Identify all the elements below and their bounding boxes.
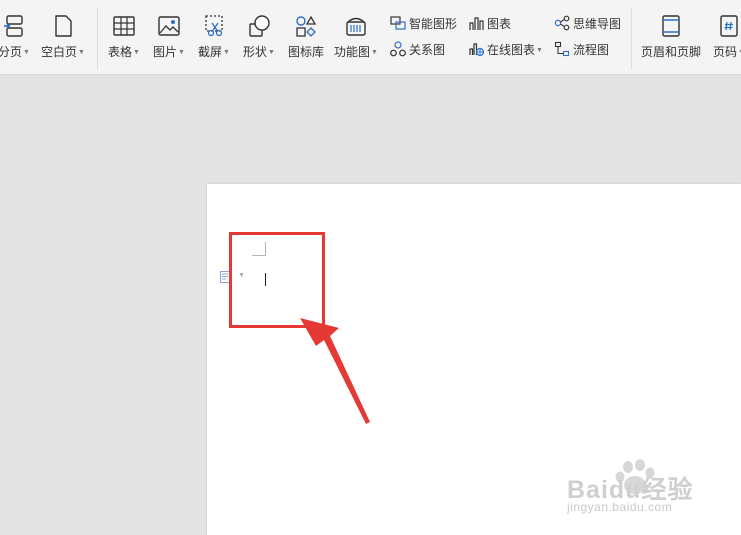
table-icon [113, 16, 135, 36]
chevron-down-icon: ▼ [223, 49, 230, 56]
flowchart-button[interactable]: 流程图 [554, 40, 609, 60]
chevron-down-icon: ▼ [23, 49, 30, 56]
chart-label: 图表 [487, 17, 512, 31]
online-chart-button[interactable]: 在线图表▼ [468, 40, 543, 60]
smart-art-button[interactable]: 智能图形 [390, 14, 457, 34]
header-footer-label: 页眉和页脚 [640, 45, 701, 59]
smart-art-icon [390, 16, 406, 30]
icon-library-icon [296, 15, 317, 37]
chevron-down-icon: ▼ [268, 49, 275, 56]
picture-button[interactable]: 图片▼ [150, 14, 188, 62]
annotation-highlight-box [229, 232, 325, 328]
blank-page-label: 空白页 [41, 45, 78, 59]
ribbon-divider [97, 8, 98, 70]
chevron-down-icon: ▼ [178, 49, 185, 56]
function-chart-icon [346, 17, 366, 36]
bar-chart-icon [469, 17, 484, 30]
chevron-down-icon: ▼ [536, 47, 543, 54]
function-chart-button[interactable]: 功能图▼ [333, 14, 379, 62]
blank-page-button[interactable]: 空白页▼ [38, 14, 88, 62]
insert-ribbon: 分页▼ 空白页▼ 表格▼ 图片▼ 截屏▼ 形状▼ 图标库 功能图▼ 智能图形 关… [0, 0, 741, 75]
icon-library-button[interactable]: 图标库 [286, 14, 326, 62]
shape-button[interactable]: 形状▼ [240, 14, 278, 62]
header-footer-button[interactable]: 页眉和页脚 [637, 14, 705, 62]
relation-chart-button[interactable]: 关系图 [390, 40, 445, 60]
mind-map-label: 思维导图 [573, 17, 622, 31]
ribbon-divider [631, 8, 632, 70]
page-break-button[interactable]: 分页▼ [0, 14, 32, 62]
page-number-button[interactable]: 页码▼ [709, 14, 741, 62]
page-number-icon [720, 15, 738, 37]
mind-map-icon [554, 15, 570, 31]
screenshot-label: 截屏 [198, 45, 223, 59]
mind-map-button[interactable]: 思维导图 [554, 14, 621, 34]
chevron-down-icon: ▼ [133, 49, 140, 56]
relation-chart-label: 关系图 [409, 43, 446, 57]
shape-label: 形状 [243, 45, 268, 59]
relation-chart-icon [390, 41, 406, 57]
chevron-down-icon: ▼ [371, 49, 378, 56]
page-break-icon [4, 15, 23, 37]
table-button[interactable]: 表格▼ [105, 14, 143, 62]
blank-page-icon [55, 15, 72, 37]
screenshot-icon [205, 15, 223, 37]
table-label: 表格 [108, 45, 133, 59]
picture-icon [158, 16, 180, 36]
function-chart-label: 功能图 [334, 45, 371, 59]
watermark-url: jingyan.baidu.com [567, 500, 673, 514]
screenshot-button[interactable]: 截屏▼ [195, 14, 233, 62]
header-footer-icon [662, 15, 680, 37]
online-chart-icon [469, 43, 484, 57]
flowchart-label: 流程图 [573, 43, 610, 57]
picture-label: 图片 [153, 45, 178, 59]
page-break-label: 分页 [0, 45, 23, 59]
online-chart-label: 在线图表 [487, 43, 536, 57]
icon-library-label: 图标库 [287, 45, 324, 59]
chart-button[interactable]: 图表 [468, 14, 511, 34]
shape-icon [249, 15, 270, 37]
flowchart-icon [554, 41, 570, 57]
page-number-label: 页码 [713, 45, 738, 59]
chevron-down-icon: ▼ [78, 49, 85, 56]
smart-art-label: 智能图形 [409, 17, 458, 31]
